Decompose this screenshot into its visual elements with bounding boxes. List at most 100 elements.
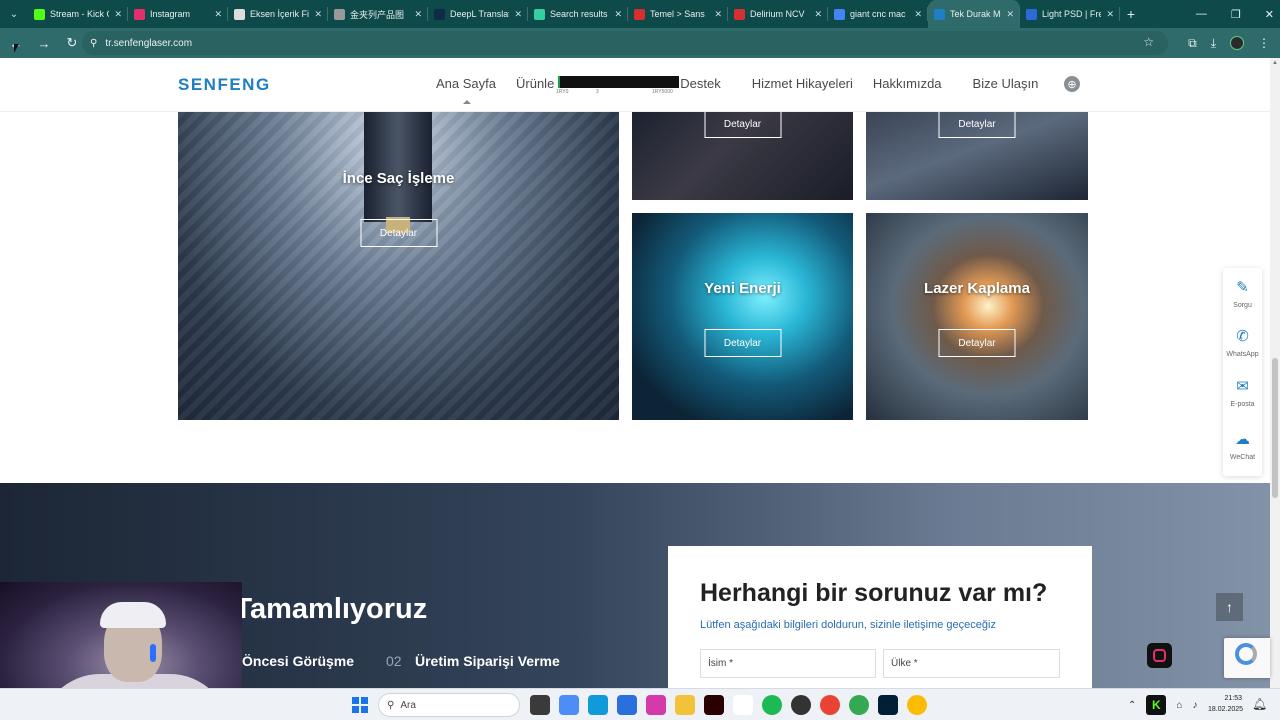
spotify-icon[interactable] [762, 695, 782, 715]
browser-tab[interactable]: giant cnc mac ✕ [828, 0, 928, 28]
network-icon[interactable]: ⌂ [1176, 700, 1182, 711]
tab-close-icon[interactable]: ✕ [514, 9, 522, 20]
details-button[interactable]: Detaylar [938, 112, 1016, 138]
browser-tab[interactable]: Delirium NCV ✕ [728, 0, 828, 28]
menu-item-hizmet-hikayeleri[interactable]: Hizmet Hikayeleri [752, 76, 853, 91]
minimize-icon[interactable]: — [1196, 8, 1207, 20]
tab-close-icon[interactable]: ✕ [414, 9, 422, 20]
photoshop-icon[interactable] [878, 695, 898, 715]
tab-close-icon[interactable]: ✕ [1006, 9, 1014, 20]
tab-close-icon[interactable]: ✕ [114, 9, 122, 20]
file-explorer-icon[interactable] [675, 695, 695, 715]
tile-title: Lazer Kaplama [924, 280, 1030, 297]
chrome-canary-icon[interactable] [907, 695, 927, 715]
tab-close-icon[interactable]: ✕ [814, 9, 822, 20]
menu-item-hakkimizda[interactable]: Hakkımızda [873, 76, 942, 91]
country-field[interactable]: Ülke * [883, 649, 1060, 678]
download-icon[interactable]: ⤓ [1211, 36, 1216, 51]
browser-tab[interactable]: 金夹列产品图 ✕ [328, 0, 428, 28]
browser-tab[interactable]: Stream - Kick C ✕ [28, 0, 128, 28]
tab-favicon-icon [1026, 8, 1037, 20]
forward-icon[interactable]: → [32, 31, 56, 55]
profile-avatar[interactable] [1230, 36, 1244, 50]
senfeng-logo[interactable]: SENFENG [178, 75, 271, 95]
tab-close-icon[interactable]: ✕ [314, 9, 322, 20]
tab-close-icon[interactable]: ✕ [914, 9, 922, 20]
notification-bell-icon[interactable]: 🔔︎ [1252, 697, 1267, 711]
details-button[interactable]: Detaylar [360, 219, 437, 247]
address-bar[interactable]: ⚲ tr.senfenglaser.com ☆ [82, 31, 1168, 55]
browser-tab[interactable]: Eksen İçerik Fi ✕ [228, 0, 328, 28]
email-link[interactable]: ✉ E-posta [1223, 378, 1262, 408]
tile-lazer-kaplama[interactable]: Lazer Kaplama Detaylar [866, 213, 1088, 420]
taskbar-apps [530, 695, 927, 715]
tab-close-icon[interactable]: ✕ [714, 9, 722, 20]
back-to-top-button[interactable]: ↑ [1216, 593, 1243, 621]
recaptcha-badge [1224, 638, 1270, 678]
chrome-profile-icon[interactable] [849, 695, 869, 715]
instagram-float-icon[interactable] [1147, 643, 1172, 668]
tile-top-middle[interactable]: Detaylar [632, 112, 853, 200]
tray-chevron-icon[interactable]: ⌃ [1128, 700, 1136, 711]
browser-tab[interactable]: Light PSD | Fre ✕ [1020, 0, 1120, 28]
browser-toolbar: ← → ↻ ⚲ tr.senfenglaser.com ☆ ⧉ ⤓ ⋮ [0, 28, 1280, 58]
process-step-2[interactable]: Üretim Siparişi Verme [415, 653, 560, 669]
tile-ince-sac-isleme[interactable]: İnce Saç İşleme Detaylar [178, 112, 619, 420]
tab-close-icon[interactable]: ✕ [614, 9, 622, 20]
sorgu-label: Sorgu [1233, 302, 1252, 309]
new-tab-button[interactable]: + [1120, 0, 1142, 28]
sorgu-link[interactable]: ✎ Sorgu [1223, 279, 1262, 309]
browser-tab[interactable]: Search results ✕ [528, 0, 628, 28]
taskbar-search[interactable]: ⚲ Ara [378, 693, 520, 717]
wechat-label: WeChat [1229, 454, 1256, 461]
tab-close-icon[interactable]: ✕ [214, 9, 222, 20]
menu-item-destek[interactable]: Destek [680, 76, 720, 91]
volume-icon[interactable]: ♪ [1192, 700, 1197, 711]
page-scrollbar[interactable]: ▲ [1270, 58, 1280, 688]
calendar-icon[interactable] [733, 695, 753, 715]
browser-tab[interactable]: DeepL Translat ✕ [428, 0, 528, 28]
menu-item-urunler[interactable]: Ürünle [516, 76, 554, 91]
start-windows-icon[interactable] [352, 697, 368, 713]
tile-top-right[interactable]: Detaylar [866, 112, 1088, 200]
tab-title: DeepL Translat [450, 9, 510, 19]
details-button[interactable]: Detaylar [704, 112, 781, 138]
outlook-icon[interactable] [617, 695, 637, 715]
whatsapp-link[interactable]: ✆ WhatsApp [1223, 328, 1262, 358]
browser-tab[interactable]: Tek Durak Met ✕ [928, 0, 1020, 28]
menu-kebab-icon[interactable]: ⋮ [1258, 36, 1270, 50]
task-view-icon[interactable] [530, 695, 550, 715]
details-button[interactable]: Detaylar [938, 329, 1016, 357]
maximize-icon[interactable]: ❐ [1231, 8, 1241, 21]
recaptcha-icon [1235, 643, 1257, 665]
kick-tray-icon[interactable]: K [1146, 695, 1167, 715]
scroll-thumb[interactable] [1272, 358, 1278, 498]
menu-item-bize-ulasin[interactable]: Bize Ulaşın [973, 76, 1039, 91]
scroll-up-arrow-icon[interactable]: ▲ [1272, 60, 1278, 66]
language-globe-icon[interactable]: ⊕ [1064, 76, 1080, 92]
tab-title: Instagram [150, 9, 191, 19]
reload-icon[interactable]: ↻ [60, 31, 84, 55]
photos-icon[interactable] [646, 695, 666, 715]
obs-icon[interactable] [791, 695, 811, 715]
close-icon[interactable]: ✕ [1265, 8, 1274, 21]
taskbar-clock[interactable]: 21:53 18.02.2025 [1208, 693, 1243, 715]
browser-tab[interactable]: Temel > Sans ✕ [628, 0, 728, 28]
chrome-icon[interactable] [820, 695, 840, 715]
browser-tab[interactable]: Instagram ✕ [128, 0, 228, 28]
extensions-icon[interactable]: ⧉ [1188, 36, 1197, 51]
tab-close-icon[interactable]: ✕ [1106, 9, 1114, 20]
site-info-icon[interactable]: ⚲ [90, 38, 97, 49]
process-step-1[interactable]: Öncesi Görüşme [242, 653, 354, 669]
bookmark-star-icon[interactable]: ☆ [1143, 35, 1154, 49]
tab-search-chevron-icon[interactable]: ⌄ [0, 0, 28, 28]
process-step-2-number: 02 [386, 653, 402, 669]
copilot-icon[interactable] [559, 695, 579, 715]
wechat-link[interactable]: ☁ WeChat [1223, 431, 1262, 461]
edge-icon[interactable] [588, 695, 608, 715]
tile-yeni-enerji[interactable]: Yeni Enerji Detaylar [632, 213, 853, 420]
name-field[interactable]: İsim * [700, 649, 876, 678]
menu-item-ana-sayfa[interactable]: Ana Sayfa [436, 76, 496, 104]
illustrator-icon[interactable] [704, 695, 724, 715]
details-button[interactable]: Detaylar [704, 329, 781, 357]
